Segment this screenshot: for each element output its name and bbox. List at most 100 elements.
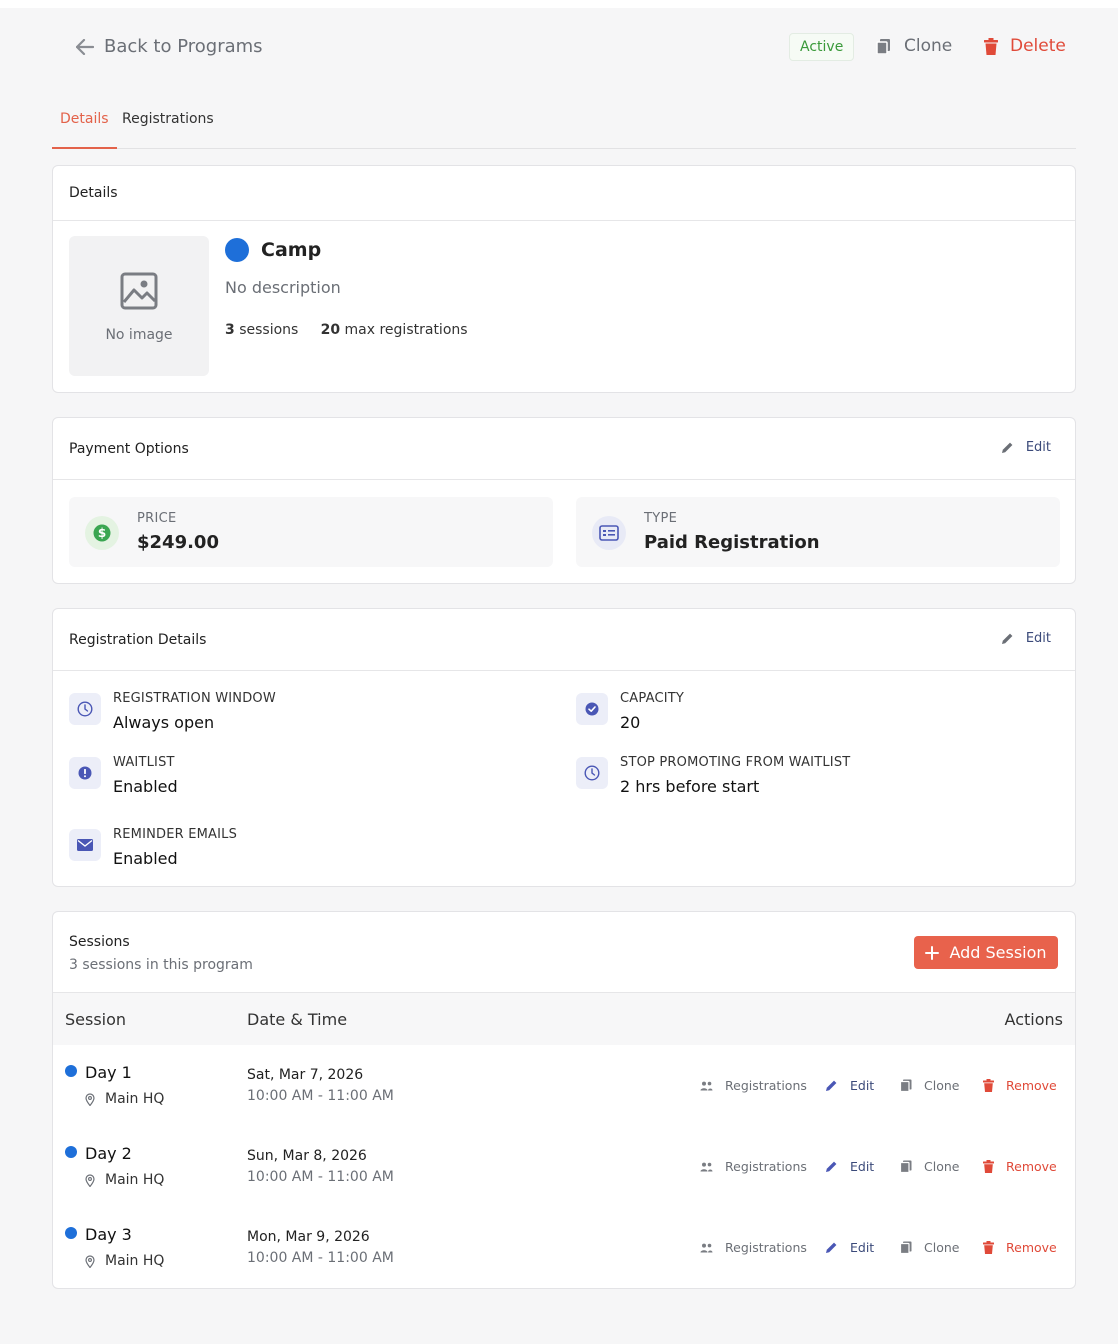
delete-button[interactable]: Delete: [984, 36, 1066, 56]
image-placeholder[interactable]: No image: [69, 236, 209, 376]
sessions-card: Sessions 3 sessions in this program Add …: [52, 911, 1076, 1289]
table-row: Day 1 Main HQ Sat, Mar 7, 2026 10:00 AM …: [53, 1045, 1075, 1126]
session-edit-button[interactable]: Edit: [825, 1159, 874, 1174]
registrations-label: Registrations: [725, 1078, 807, 1093]
map-pin-icon: [85, 1092, 95, 1106]
remove-label: Remove: [1006, 1159, 1057, 1174]
status-badge: Active: [789, 33, 855, 61]
dollar-circle-icon: $: [93, 524, 111, 542]
column-header-actions: Actions: [1004, 1010, 1063, 1029]
stop-promoting-icon-wrap: [576, 757, 608, 789]
users-icon: [700, 1081, 713, 1090]
sessions-count-label: sessions: [239, 322, 299, 338]
session-date: Sat, Mar 7, 2026: [247, 1067, 364, 1083]
registration-window-label: REGISTRATION WINDOW: [113, 691, 276, 706]
stop-promoting-value: 2 hrs before start: [620, 777, 760, 796]
session-name: Day 3: [85, 1225, 132, 1244]
session-edit-button[interactable]: Edit: [825, 1240, 874, 1255]
map-pin-icon: [85, 1254, 95, 1268]
session-color-dot: [65, 1146, 77, 1158]
session-time: 10:00 AM - 11:00 AM: [247, 1169, 394, 1185]
sessions-subtitle: 3 sessions in this program: [69, 957, 253, 973]
sessions-count: 3: [225, 322, 235, 338]
sessions-header: Sessions 3 sessions in this program Add …: [53, 912, 1075, 993]
sessions-title: Sessions: [69, 934, 130, 950]
copy-icon: [900, 1160, 912, 1173]
copy-icon: [900, 1079, 912, 1092]
pencil-icon: [1001, 442, 1013, 453]
payment-options-title: Payment Options: [69, 441, 189, 457]
session-color-dot: [65, 1227, 77, 1239]
price-icon-wrap: $: [85, 516, 119, 550]
waitlist-icon-wrap: [69, 757, 101, 789]
registration-details-edit-button[interactable]: Edit: [1001, 631, 1051, 646]
clone-label: Clone: [924, 1078, 960, 1093]
session-color-dot: [65, 1065, 77, 1077]
add-session-label: Add Session: [949, 943, 1047, 962]
program-stats: 3 sessions 20 max registrations: [225, 322, 468, 338]
clone-label: Clone: [904, 36, 953, 56]
check-circle-icon: [585, 702, 599, 716]
svg-text:$: $: [98, 526, 106, 540]
remove-label: Remove: [1006, 1078, 1057, 1093]
top-strip: [0, 0, 1118, 8]
arrow-left-icon: [76, 38, 94, 55]
pencil-icon: [826, 1161, 837, 1172]
pencil-icon: [1001, 633, 1013, 644]
id-card-icon: [599, 525, 619, 541]
session-clone-button[interactable]: Clone: [900, 1078, 959, 1093]
program-description: No description: [225, 278, 341, 297]
type-value: Paid Registration: [644, 532, 820, 553]
edit-label: Edit: [1025, 440, 1051, 455]
no-image-label: No image: [105, 327, 173, 343]
tab-details[interactable]: Details: [52, 111, 117, 149]
tab-registrations[interactable]: Registrations: [114, 111, 222, 148]
edit-label: Edit: [1025, 631, 1051, 646]
tab-bar: Details Registrations: [52, 96, 1076, 149]
session-location: Main HQ: [85, 1091, 164, 1107]
pencil-icon: [826, 1080, 837, 1091]
edit-label: Edit: [850, 1240, 875, 1255]
sessions-table-header: Session Date & Time Actions: [53, 993, 1075, 1045]
copy-icon: [900, 1241, 912, 1254]
session-clone-button[interactable]: Clone: [900, 1159, 959, 1174]
back-to-programs-link[interactable]: Back to Programs: [76, 36, 263, 57]
registration-details-header: Registration Details Edit: [53, 609, 1075, 671]
stop-promoting-label: STOP PROMOTING FROM WAITLIST: [620, 755, 851, 770]
session-registrations-button[interactable]: Registrations: [700, 1240, 807, 1255]
trash-icon: [983, 1241, 994, 1254]
payment-options-card: Payment Options Edit $ PRICE $249.00 TYP…: [52, 417, 1076, 584]
session-clone-button[interactable]: Clone: [900, 1240, 959, 1255]
users-icon: [700, 1243, 713, 1252]
edit-label: Edit: [850, 1159, 875, 1174]
type-stat: TYPE Paid Registration: [576, 497, 1060, 567]
column-header-datetime: Date & Time: [247, 1010, 348, 1029]
session-date: Mon, Mar 9, 2026: [247, 1229, 370, 1245]
trash-icon: [984, 37, 998, 55]
reminder-emails-value: Enabled: [113, 849, 178, 868]
session-remove-button[interactable]: Remove: [983, 1159, 1057, 1174]
program-color-dot: [225, 238, 249, 262]
back-label: Back to Programs: [104, 36, 263, 57]
payment-edit-button[interactable]: Edit: [1001, 440, 1051, 455]
registrations-label: Registrations: [725, 1240, 807, 1255]
details-card-title: Details: [69, 185, 118, 201]
capacity-icon-wrap: [576, 693, 608, 725]
session-edit-button[interactable]: Edit: [825, 1078, 874, 1093]
trash-icon: [983, 1160, 994, 1173]
add-session-button[interactable]: Add Session: [914, 936, 1058, 969]
details-card-header: Details: [53, 166, 1075, 221]
price-label: PRICE: [137, 511, 177, 526]
session-registrations-button[interactable]: Registrations: [700, 1078, 807, 1093]
session-remove-button[interactable]: Remove: [983, 1240, 1057, 1255]
max-registrations-count: 20: [320, 322, 341, 338]
session-name: Day 2: [85, 1144, 132, 1163]
clone-button[interactable]: Clone: [876, 36, 952, 56]
price-value: $249.00: [137, 532, 219, 553]
max-registrations-label: max registrations: [344, 322, 468, 338]
registration-window-value: Always open: [113, 713, 215, 732]
session-registrations-button[interactable]: Registrations: [700, 1159, 807, 1174]
column-header-session: Session: [65, 1010, 127, 1029]
session-remove-button[interactable]: Remove: [983, 1078, 1057, 1093]
registration-window-icon-wrap: [69, 693, 101, 725]
